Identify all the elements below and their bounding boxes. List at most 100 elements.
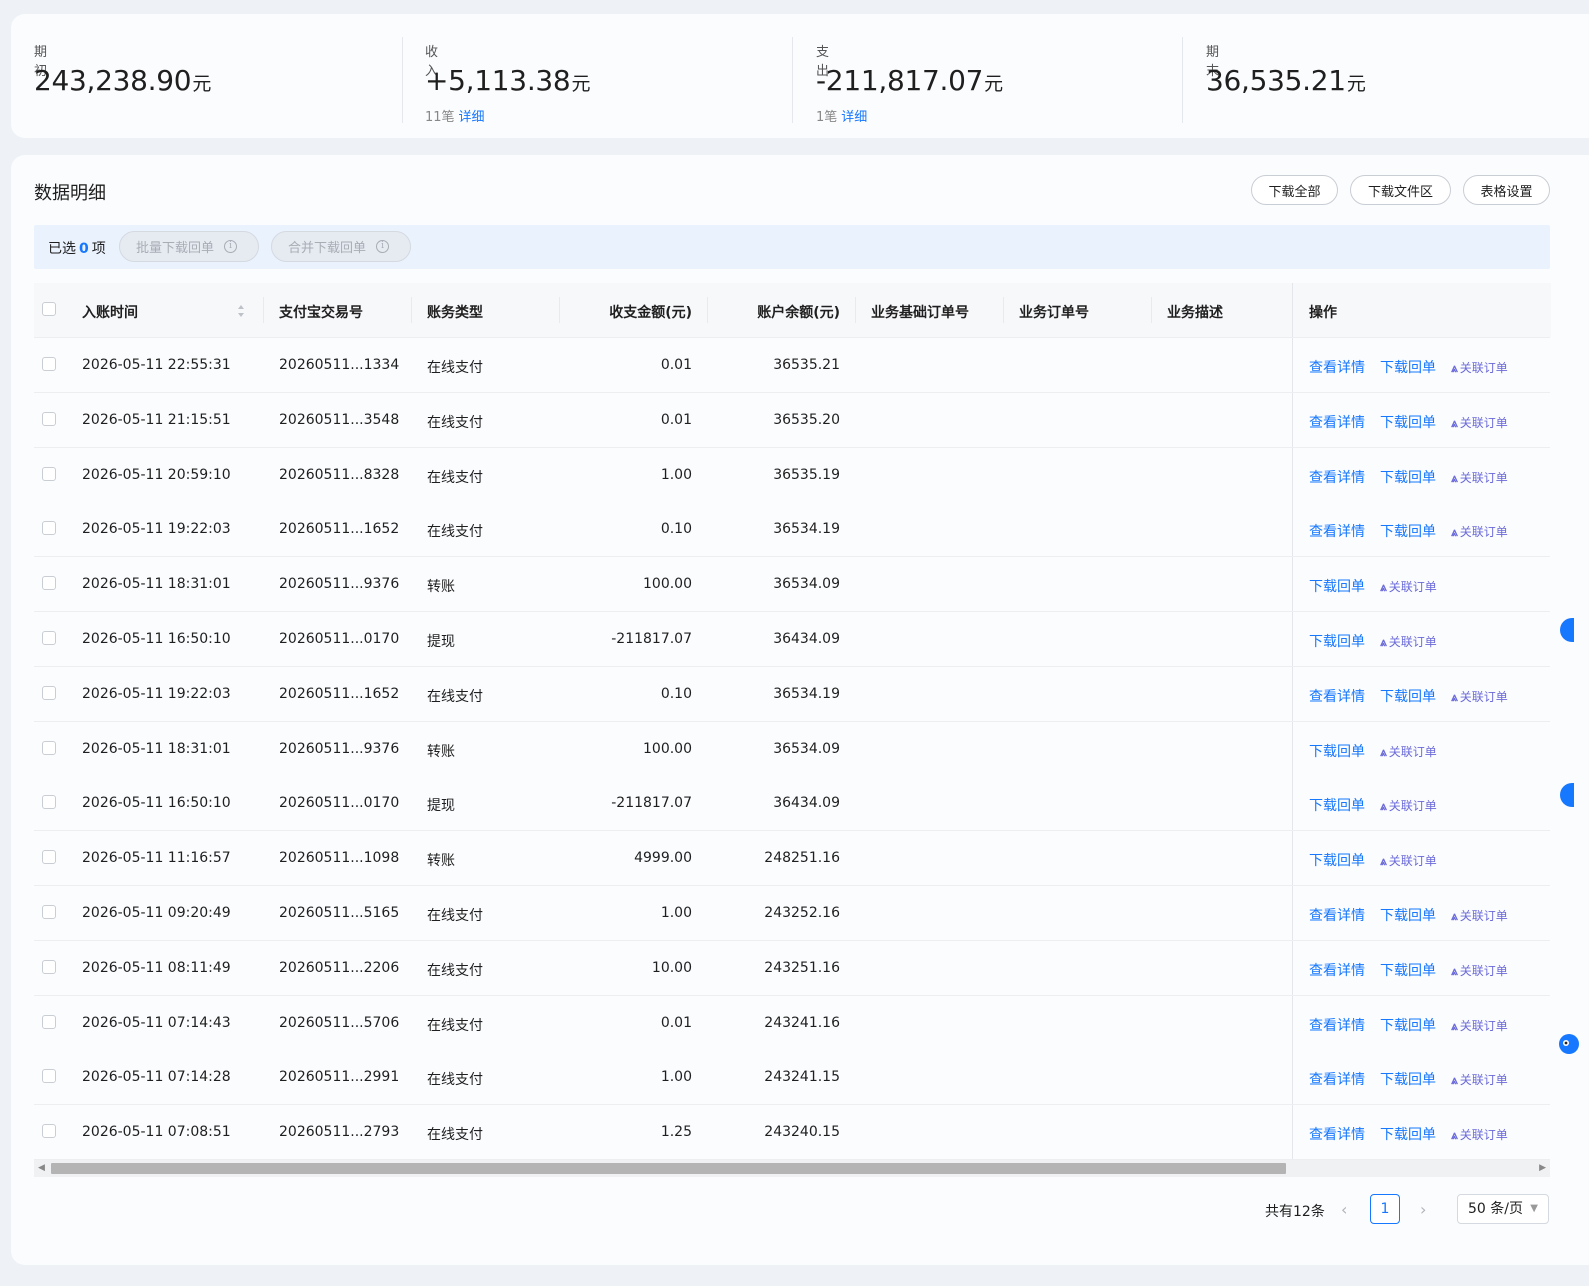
download-receipt-link[interactable]: 下载回单: [1309, 741, 1365, 761]
download-receipt-link[interactable]: 下载回单: [1309, 631, 1365, 651]
row-checkbox[interactable]: [42, 905, 56, 919]
download-receipt-link[interactable]: 下载回单: [1380, 1015, 1436, 1035]
link-order-link[interactable]: ⩓ 关联订单: [1380, 578, 1437, 595]
link-order-link[interactable]: ⩓ 关联订单: [1451, 359, 1508, 376]
row-checkbox[interactable]: [42, 740, 56, 755]
next-page-icon[interactable]: ›: [1420, 1200, 1426, 1219]
download-receipt-link[interactable]: 下载回单: [1309, 850, 1365, 870]
row-checkbox[interactable]: [42, 466, 56, 481]
cell-balance: 243251.16: [764, 959, 840, 976]
sort-icon[interactable]: [237, 304, 245, 318]
col-base-order: 业务基础订单号: [871, 305, 969, 321]
row-checkbox[interactable]: [42, 521, 56, 536]
scroll-right-icon[interactable]: ▶: [1539, 1163, 1546, 1173]
cell-time: 2026-05-11 19:22:03: [82, 521, 231, 538]
cell-time: 2026-05-11 09:20:49: [82, 905, 231, 921]
stat-expense-sub: 1笔 详细: [816, 110, 868, 125]
view-detail-link[interactable]: 查看详情: [1309, 412, 1365, 432]
select-all-checkbox[interactable]: [42, 302, 56, 316]
info-icon: i: [224, 240, 238, 253]
row-checkbox[interactable]: [42, 1124, 56, 1139]
prev-page-icon[interactable]: ‹: [1341, 1200, 1347, 1219]
batch-download-button[interactable]: 批量下载回单 i: [119, 231, 259, 262]
table-row: 2026-05-11 22:55:31 20260511...1334 在线支付 0.…: [34, 338, 1550, 393]
view-detail-link[interactable]: 查看详情: [1309, 960, 1365, 980]
cell-balance: 36534.09: [773, 740, 840, 757]
scroll-thumb[interactable]: [51, 1163, 1286, 1174]
link-order-link[interactable]: ⩓ 关联订单: [1380, 797, 1437, 814]
link-order-link[interactable]: ⩓ 关联订单: [1451, 1017, 1508, 1034]
link-order-link[interactable]: ⩓ 关联订单: [1451, 1071, 1508, 1088]
col-trade-no: 支付宝交易号: [279, 305, 363, 321]
view-detail-link[interactable]: 查看详情: [1309, 521, 1365, 541]
row-checkbox[interactable]: [42, 411, 56, 426]
download-receipt-link[interactable]: 下载回单: [1380, 357, 1436, 377]
horizontal-scrollbar[interactable]: ◀ ▶: [34, 1160, 1550, 1177]
download-receipt-link[interactable]: 下载回单: [1380, 1124, 1436, 1144]
row-checkbox[interactable]: [42, 631, 56, 645]
scroll-left-icon[interactable]: ◀: [38, 1163, 45, 1173]
income-detail-link[interactable]: 详细: [459, 110, 485, 125]
page-size-select[interactable]: 50 条/页 ▼: [1457, 1194, 1549, 1224]
table-row: 2026-05-11 09:20:49 20260511...5165 在线支付 1.…: [34, 886, 1550, 941]
view-detail-link[interactable]: 查看详情: [1309, 357, 1365, 377]
cell-time: 2026-05-11 07:14:43: [82, 1014, 231, 1031]
download-receipt-link[interactable]: 下载回单: [1380, 1069, 1436, 1089]
page-number-button[interactable]: 1: [1370, 1194, 1400, 1224]
view-detail-link[interactable]: 查看详情: [1309, 686, 1365, 706]
download-receipt-link[interactable]: 下载回单: [1380, 412, 1436, 432]
cell-type: 在线支付: [427, 414, 483, 431]
link-order-link[interactable]: ⩓ 关联订单: [1451, 1126, 1508, 1143]
view-detail-link[interactable]: 查看详情: [1309, 1069, 1365, 1089]
row-checkbox[interactable]: [42, 1014, 56, 1029]
row-checkbox[interactable]: [42, 1069, 56, 1084]
assistant-mascot-icon[interactable]: [1551, 1030, 1581, 1070]
row-checkbox[interactable]: [42, 795, 56, 810]
link-order-link[interactable]: ⩓ 关联订单: [1451, 907, 1508, 924]
view-detail-link[interactable]: 查看详情: [1309, 1015, 1365, 1035]
link-order-link[interactable]: ⩓ 关联订单: [1451, 414, 1508, 431]
row-checkbox[interactable]: [42, 576, 56, 591]
download-receipt-link[interactable]: 下载回单: [1380, 905, 1436, 925]
download-files-button[interactable]: 下载文件区: [1350, 175, 1451, 205]
cell-time: 2026-05-11 07:14:28: [82, 1069, 231, 1086]
link-order-link[interactable]: ⩓ 关联订单: [1451, 523, 1508, 540]
row-checkbox[interactable]: [42, 850, 56, 865]
link-order-link[interactable]: ⩓ 关联订单: [1451, 688, 1508, 705]
view-detail-link[interactable]: 查看详情: [1309, 905, 1365, 925]
link-order-link[interactable]: ⩓ 关联订单: [1451, 469, 1508, 486]
link-order-link[interactable]: ⩓ 关联订单: [1380, 852, 1437, 869]
cell-trade-no: 20260511...9376: [279, 740, 400, 757]
download-receipt-link[interactable]: 下载回单: [1380, 521, 1436, 541]
download-receipt-link[interactable]: 下载回单: [1380, 960, 1436, 980]
cell-time: 2026-05-11 21:15:51: [82, 411, 231, 428]
download-receipt-link[interactable]: 下载回单: [1380, 686, 1436, 706]
expense-detail-link[interactable]: 详细: [841, 110, 867, 125]
cell-time: 2026-05-11 18:31:01: [82, 576, 231, 593]
download-receipt-link[interactable]: 下载回单: [1309, 795, 1365, 815]
link-order-link[interactable]: ⩓ 关联订单: [1380, 743, 1437, 760]
cell-type: 在线支付: [427, 908, 483, 924]
info-icon: i: [376, 240, 390, 253]
cell-amount: 1.00: [660, 466, 692, 483]
row-checkbox[interactable]: [42, 685, 56, 700]
row-checkbox[interactable]: [42, 959, 56, 974]
merge-download-button[interactable]: 合并下载回单 i: [271, 231, 411, 262]
cell-balance: 36535.21: [773, 357, 840, 373]
table-row: 2026-05-11 08:11:49 20260511...2206 在线支付 10…: [34, 940, 1550, 996]
cell-amount: 100.00: [643, 576, 692, 593]
link-order-link[interactable]: ⩓ 关联订单: [1451, 962, 1508, 979]
cell-trade-no: 20260511...1652: [279, 685, 400, 702]
table-settings-button[interactable]: 表格设置: [1463, 175, 1550, 205]
ai-link-icon: ⩓: [1451, 525, 1458, 540]
view-detail-link[interactable]: 查看详情: [1309, 1124, 1365, 1144]
col-time[interactable]: 入账时间: [82, 302, 138, 322]
download-receipt-link[interactable]: 下载回单: [1380, 467, 1436, 487]
view-detail-link[interactable]: 查看详情: [1309, 467, 1365, 487]
cell-balance: 243241.15: [764, 1069, 840, 1086]
download-receipt-link[interactable]: 下载回单: [1309, 576, 1365, 596]
chevron-down-icon: ▼: [1530, 1203, 1538, 1214]
link-order-link[interactable]: ⩓ 关联订单: [1380, 633, 1437, 650]
row-checkbox[interactable]: [42, 357, 56, 371]
download-all-button[interactable]: 下载全部: [1251, 175, 1338, 205]
